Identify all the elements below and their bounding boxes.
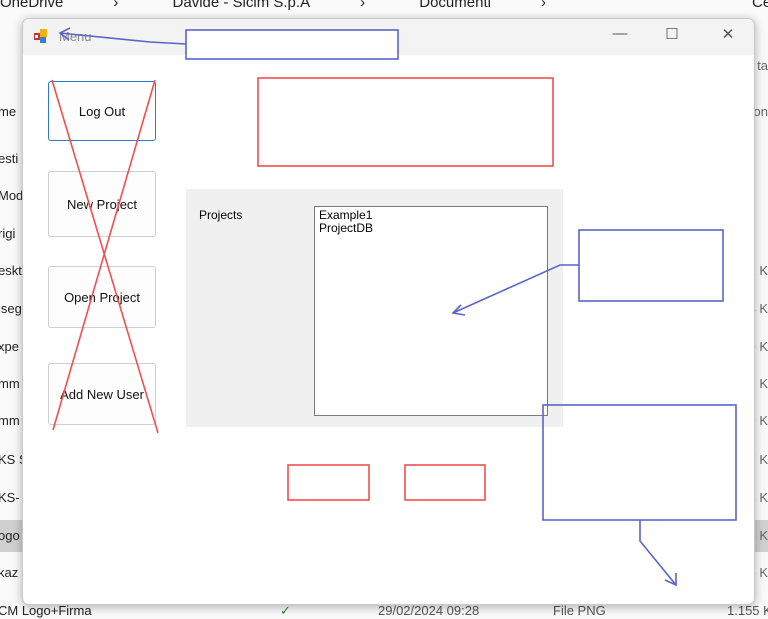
blue-annotation-box xyxy=(578,229,724,302)
blue-annotation-box xyxy=(185,29,399,60)
blue-arrow xyxy=(452,264,579,314)
blue-arrow xyxy=(59,32,187,45)
red-annotation-box xyxy=(404,464,486,501)
blue-annotation-box xyxy=(542,404,737,521)
red-annotation-box xyxy=(257,77,554,167)
blue-arrow xyxy=(639,520,677,586)
annotation-overlay xyxy=(51,27,737,587)
red-annotation-box xyxy=(287,464,370,501)
